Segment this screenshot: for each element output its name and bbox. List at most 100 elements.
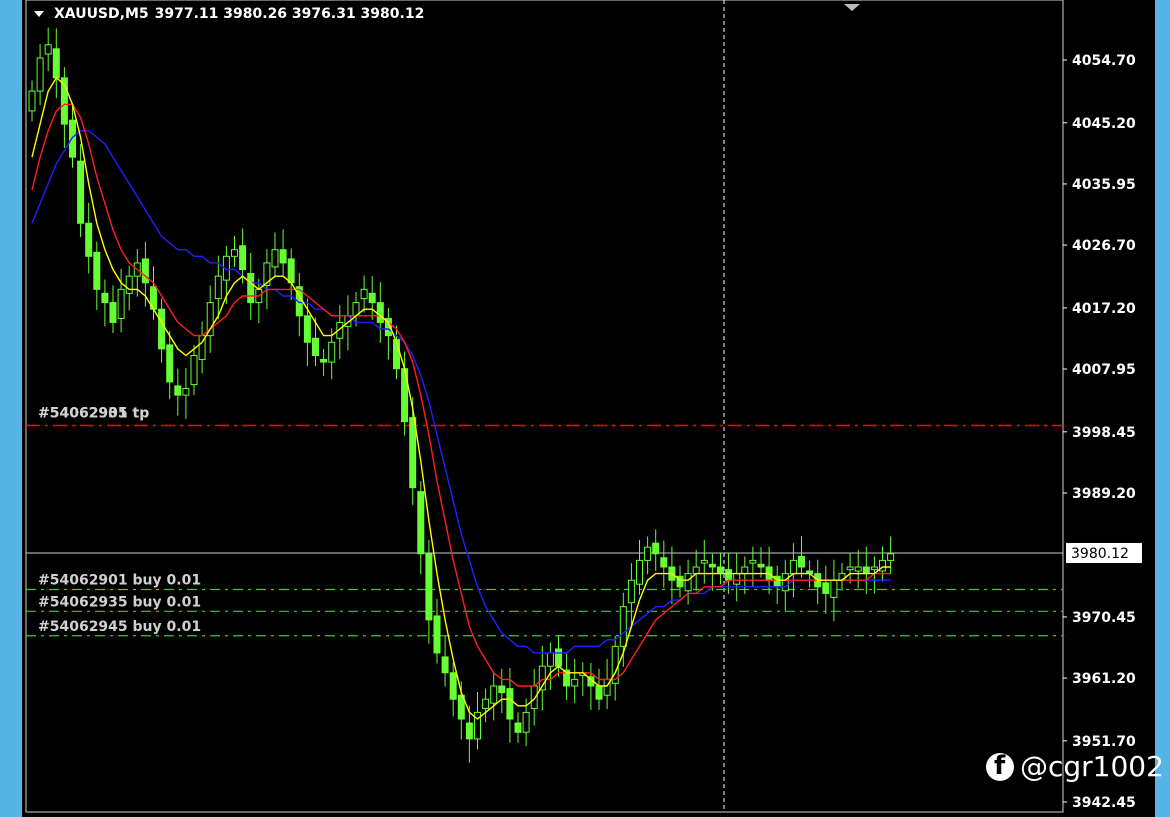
candle-body — [190, 354, 198, 386]
price-axis-label: 3951.70 — [1072, 734, 1136, 750]
candle-body — [44, 44, 52, 55]
candle-body — [368, 292, 376, 304]
candle-body — [376, 302, 384, 323]
facebook-icon — [986, 751, 1014, 781]
triangle-down-icon[interactable] — [34, 11, 44, 17]
window-frame-left — [0, 0, 22, 817]
candle-body — [830, 579, 838, 598]
candle-body — [660, 557, 668, 568]
candle-body — [571, 678, 579, 687]
candle-body — [717, 566, 724, 575]
candle-body — [247, 273, 255, 304]
price-axis-label: 3970.45 — [1072, 610, 1136, 626]
candle-body — [530, 685, 538, 709]
candle-body — [514, 722, 522, 733]
price-axis-label: 3942.45 — [1072, 795, 1136, 811]
candle-body — [522, 711, 530, 733]
candle-body — [360, 288, 368, 300]
candle-body — [303, 315, 311, 343]
candle-body — [757, 563, 765, 568]
candle-body — [166, 344, 174, 383]
price-axis-label: 4017.20 — [1072, 301, 1136, 317]
candle-body — [174, 385, 182, 396]
candle-body — [887, 553, 895, 561]
order-buy-label[interactable]: #54062901 buy 0.01 — [38, 572, 201, 588]
chart-area[interactable]: 4054.70 4045.20 4035.95 4026.70 4017.20 4007.… — [22, 0, 1155, 817]
candle-body — [417, 491, 425, 555]
watermark-text: @cgr1002 — [1020, 750, 1164, 783]
candle-body — [636, 559, 643, 585]
candle-body — [595, 685, 603, 700]
candle-body — [644, 546, 652, 561]
candle-body — [109, 302, 117, 323]
candle-body — [182, 388, 190, 396]
candle-body — [28, 90, 36, 112]
price-axis-label: 3961.20 — [1072, 671, 1136, 687]
candle-body — [482, 698, 490, 709]
candle-body — [700, 559, 708, 564]
candle-body — [733, 573, 741, 585]
candle-body — [52, 48, 60, 79]
order-tp-label-overlap[interactable]: #54062935 tp — [38, 406, 149, 422]
candle-body — [69, 119, 76, 158]
candle-body — [93, 251, 101, 290]
candle-body — [239, 245, 247, 271]
candle-body — [36, 57, 44, 92]
watermark: @cgr1002 — [986, 750, 1164, 783]
ohlc-values: 3977.11 3980.26 3976.31 3980.12 — [154, 6, 425, 22]
candle-body — [158, 308, 166, 350]
candle-body — [781, 573, 789, 592]
candle-body — [490, 685, 498, 704]
candle-body — [619, 606, 627, 647]
candle-body — [854, 566, 862, 572]
candle-body — [433, 615, 441, 654]
candle-body — [214, 275, 222, 300]
candle-body — [271, 249, 279, 268]
symbol-label: XAUUSD,M5 — [54, 6, 149, 22]
window-frame-right — [1155, 0, 1170, 817]
price-axis-label: 3998.45 — [1072, 425, 1136, 441]
candle-body — [449, 672, 457, 700]
candle-body — [546, 652, 554, 667]
price-axis-label: 3989.20 — [1072, 486, 1136, 502]
candle-body — [320, 358, 328, 363]
candle-body — [231, 249, 238, 257]
candle-body — [506, 688, 514, 720]
candle-body — [312, 337, 319, 356]
candle-body — [465, 722, 473, 740]
candle-body — [555, 648, 562, 667]
price-axis-label: 4035.95 — [1072, 177, 1136, 193]
candle-body — [789, 559, 797, 575]
price-axis-label: 4007.95 — [1072, 362, 1136, 378]
candle-body — [125, 275, 133, 294]
current-price-label: 3980.12 — [1071, 546, 1129, 562]
candle-body — [725, 569, 733, 581]
candle-body — [652, 542, 660, 555]
candle-body — [77, 160, 85, 224]
candle-body — [287, 258, 295, 284]
candle-body — [798, 555, 805, 568]
price-chart[interactable]: 4054.70 4045.20 4035.95 4026.70 4017.20 4007.… — [22, 0, 1155, 817]
candle-body — [846, 566, 854, 571]
order-buy-label[interactable]: #54062935 buy 0.01 — [38, 594, 201, 610]
candle-body — [627, 579, 635, 604]
candle-body — [741, 566, 749, 575]
candle-body — [85, 222, 93, 257]
candle-body — [749, 559, 757, 564]
candle-body — [279, 249, 287, 264]
candle-body — [409, 417, 417, 489]
candle-body — [425, 553, 433, 621]
candle-body — [117, 288, 125, 319]
price-axis-label: 4045.20 — [1072, 116, 1136, 132]
candle-body — [101, 292, 109, 304]
candle-body — [498, 685, 506, 694]
candle-body — [870, 566, 878, 571]
chart-title: XAUUSD,M5 3977.11 3980.26 3976.31 3980.1… — [34, 6, 424, 22]
candle-body — [328, 341, 336, 363]
price-axis-label: 4054.70 — [1072, 53, 1136, 69]
price-axis-label: 4026.70 — [1072, 238, 1136, 254]
candle-body — [684, 573, 692, 592]
order-buy-label[interactable]: #54062945 buy 0.01 — [38, 619, 201, 635]
candle-body — [692, 566, 700, 575]
candle-body — [862, 566, 870, 575]
